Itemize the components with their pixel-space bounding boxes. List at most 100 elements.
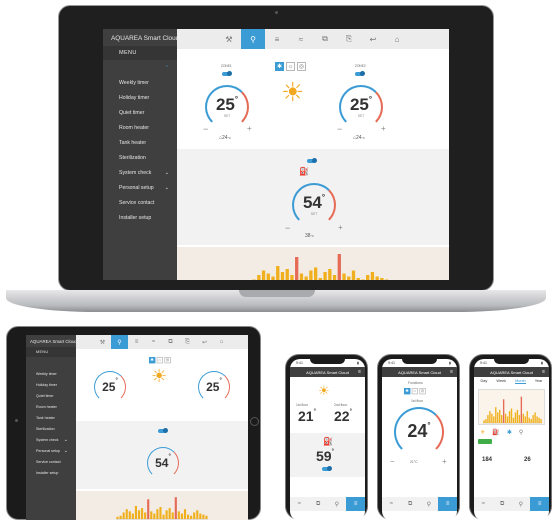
heat-mode-icon[interactable]: ✱ — [149, 357, 156, 364]
chart-bar — [147, 499, 150, 519]
nav-settings-icon[interactable]: ⚲ — [512, 497, 531, 511]
hamburger-icon[interactable]: ≡ — [358, 369, 361, 375]
tab-icon-7[interactable]: ⌂ — [213, 335, 230, 349]
period-tab[interactable]: Day — [481, 379, 488, 384]
nav-energy-icon[interactable]: ≈ — [474, 497, 493, 511]
sidebar-item[interactable]: Quiet timer — [26, 390, 76, 401]
tab-icon-3[interactable]: ≈ — [289, 29, 313, 49]
nav-energy-icon[interactable]: ≈ — [382, 497, 401, 511]
nav-copy-icon[interactable]: ⧉ — [309, 497, 328, 511]
zone-dial[interactable]: 24° — [394, 407, 444, 457]
plus-button[interactable]: + — [442, 457, 447, 466]
hamburger-icon[interactable]: ≡ — [450, 369, 453, 375]
tank-plus-button[interactable]: + — [338, 223, 343, 232]
sun-mode-icon[interactable]: ☼ — [286, 62, 295, 71]
heat-mode-icon[interactable]: ✱ — [275, 62, 284, 71]
period-tab[interactable]: Month — [515, 379, 526, 384]
sidebar-item[interactable]: Weekly timer — [103, 75, 177, 90]
chart-bar — [290, 275, 294, 280]
nav-menu-icon[interactable]: ≡ — [438, 497, 457, 511]
chart-bar — [347, 276, 351, 280]
nav-menu-icon[interactable]: ≡ — [346, 497, 365, 511]
zone2-minus-button[interactable]: − — [337, 124, 342, 134]
sidebar-item-active[interactable]: ⌃ — [103, 60, 177, 75]
zone1-minus-button[interactable]: − — [203, 124, 208, 134]
energy-chart — [252, 254, 389, 280]
tank-toggle[interactable] — [158, 428, 168, 433]
tab-icon-7[interactable]: ⌂ — [385, 29, 409, 49]
zone2-toggle[interactable] — [355, 71, 365, 76]
heat-mode-icon[interactable]: ✱ — [404, 388, 411, 395]
sidebar-item[interactable]: Sterilization — [103, 150, 177, 165]
nav-settings-icon[interactable]: ⚲ — [420, 497, 439, 511]
tank-toggle[interactable] — [307, 158, 317, 163]
sidebar-item[interactable]: Tank heater — [26, 412, 76, 423]
sidebar-item[interactable]: Room heater — [103, 120, 177, 135]
chart-bar — [522, 413, 525, 423]
tab-icon-4[interactable]: ⧉ — [313, 29, 337, 49]
sidebar-item-label: Quiet timer — [119, 109, 145, 116]
tab-icon-4[interactable]: ⧉ — [162, 335, 179, 349]
sidebar-item[interactable]: Installer setup — [103, 210, 177, 225]
tank-dial[interactable]: 54° SET — [292, 183, 336, 227]
auto-mode-icon[interactable]: ◎ — [419, 388, 426, 395]
nav-copy-icon[interactable]: ⧉ — [401, 497, 420, 511]
tab-icon-5[interactable]: ⎘ — [179, 335, 196, 349]
nav-copy-icon[interactable]: ⧉ — [493, 497, 512, 511]
tab-icon-0[interactable]: ⚒ — [94, 335, 111, 349]
nav-settings-icon[interactable]: ⚲ — [328, 497, 347, 511]
zone2-dial[interactable]: 25° SET — [339, 85, 383, 129]
tab-icon-1[interactable]: ⚲ — [111, 335, 128, 349]
chart-bar — [366, 275, 370, 280]
tab-icon-6[interactable]: ↩ — [196, 335, 213, 349]
sidebar-item[interactable]: Service contact — [26, 456, 76, 467]
zone1-dial[interactable]: 25° SET — [205, 85, 249, 129]
sidebar-item[interactable]: Quiet timer — [103, 105, 177, 120]
auto-mode-icon[interactable]: ◎ — [164, 357, 171, 364]
tank-temp: 54 — [302, 192, 322, 212]
tank-dial[interactable]: 54° — [147, 447, 179, 479]
zone1-plus-button[interactable]: + — [247, 124, 252, 133]
zone2-dial[interactable]: 25° — [198, 371, 230, 403]
sidebar-item[interactable]: Holiday timer — [26, 379, 76, 390]
period-tab[interactable]: Week — [496, 379, 506, 384]
tab-icon-2[interactable]: ≡ — [265, 29, 289, 49]
nav-menu-icon[interactable]: ≡ — [530, 497, 549, 511]
sun-mode-icon[interactable]: ☼ — [411, 388, 418, 395]
tank-minus-button[interactable]: − — [285, 223, 290, 233]
clock: 9:41 — [296, 361, 303, 365]
tab-icon-2[interactable]: ≡ — [128, 335, 145, 349]
sidebar-item-active[interactable] — [26, 357, 76, 368]
sidebar-item[interactable]: Weekly timer — [26, 368, 76, 379]
sidebar-item[interactable]: System check ⌄ — [26, 434, 76, 445]
tab-icon-0[interactable]: ⚒ — [217, 29, 241, 49]
zone1-toggle[interactable] — [222, 71, 232, 76]
period-tab[interactable]: Year — [535, 379, 543, 384]
zone2-plus-button[interactable]: + — [381, 124, 386, 133]
tab-icon-1[interactable]: ⚲ — [241, 29, 265, 49]
sidebar-item[interactable]: Installer setup — [26, 467, 76, 478]
sidebar-item[interactable]: System check ⌄ — [103, 165, 177, 180]
sidebar-item[interactable]: Holiday timer — [103, 90, 177, 105]
minus-button[interactable]: − — [390, 457, 395, 466]
zone1-temp: 25 — [102, 380, 116, 394]
tab-icon-6[interactable]: ↩ — [361, 29, 385, 49]
hamburger-icon[interactable]: ≡ — [542, 369, 545, 375]
auto-mode-icon[interactable]: ◎ — [297, 62, 306, 71]
sidebar-item[interactable]: Personal setup ⌄ — [26, 445, 76, 456]
sidebar-item-label: Holiday timer — [36, 382, 57, 387]
sidebar-item[interactable]: Tank heater — [103, 135, 177, 150]
tank-toggle[interactable] — [322, 466, 332, 471]
sidebar-item[interactable]: Service contact — [103, 195, 177, 210]
camera-dot — [275, 11, 278, 14]
tablet-screen: AQUAREA Smart Cloud MENU Weekly timer Hol… — [26, 335, 248, 520]
sidebar-item[interactable]: Sterilization — [26, 423, 76, 434]
sidebar-item[interactable]: Personal setup ⌄ — [103, 180, 177, 195]
sun-mode-icon[interactable]: ☼ — [156, 357, 163, 364]
nav-energy-icon[interactable]: ≈ — [290, 497, 309, 511]
zone1-dial[interactable]: 25° — [94, 371, 126, 403]
tab-icon-5[interactable]: ⎘ — [337, 29, 361, 49]
sidebar-item[interactable]: Room heater — [26, 401, 76, 412]
chart-bar — [309, 270, 313, 280]
tab-icon-3[interactable]: ≈ — [145, 335, 162, 349]
